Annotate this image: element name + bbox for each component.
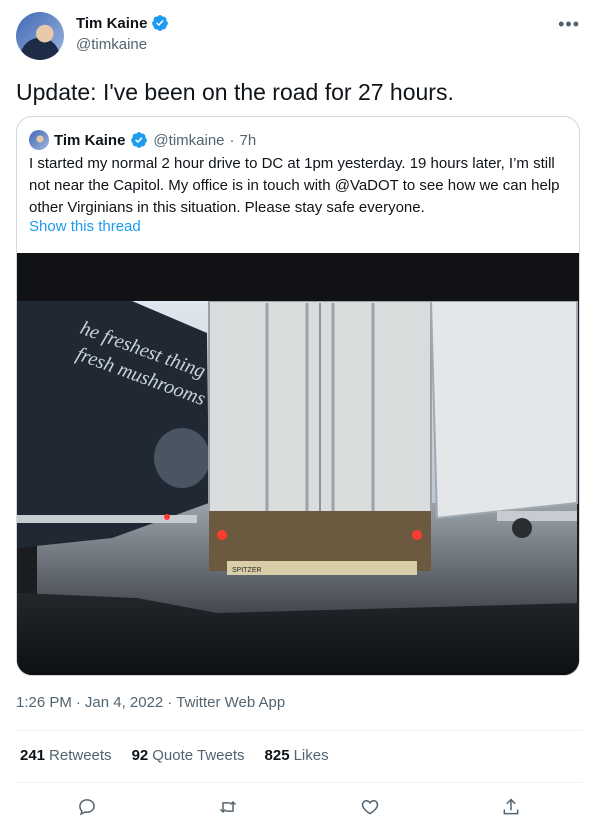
retweets-stat[interactable]: 241 Retweets <box>20 747 112 764</box>
meta-separator: · <box>75 694 81 711</box>
meta-separator: · <box>167 694 173 711</box>
author-info: Tim Kaine @timkaine <box>76 14 169 53</box>
likes-label: Likes <box>293 747 329 764</box>
retweet-icon <box>220 800 237 814</box>
center-tail-light-right <box>412 530 422 540</box>
top-frame <box>17 253 579 301</box>
likes-count: 825 <box>264 747 290 764</box>
right-trailer-bumper <box>497 511 577 521</box>
tweet-time[interactable]: 1:26 PM <box>16 694 72 711</box>
verified-badge-icon <box>152 15 169 31</box>
divider <box>16 730 582 731</box>
quote-timestamp[interactable]: 7h <box>240 132 257 149</box>
quote-author-avatar <box>29 130 49 150</box>
center-tail-light-left <box>217 530 227 540</box>
share-icon <box>503 798 519 815</box>
tweet-actions <box>16 790 582 824</box>
author-display-name[interactable]: Tim Kaine <box>76 15 147 32</box>
share-button[interactable] <box>491 790 531 824</box>
center-plate-text: SPITZER <box>232 567 262 574</box>
tweet-date[interactable]: Jan 4, 2022 <box>85 694 163 711</box>
tweet-client[interactable]: Twitter Web App <box>176 694 285 711</box>
left-tail-light <box>164 514 170 520</box>
likes-stat[interactable]: 825 Likes <box>265 747 329 764</box>
quote-separator: · <box>229 131 235 149</box>
retweets-label: Retweets <box>49 747 112 764</box>
divider <box>16 782 582 783</box>
show-thread-link[interactable]: Show this thread <box>29 218 141 235</box>
author-handle[interactable]: @timkaine <box>76 36 169 53</box>
tweet-text: Update: I've been on the road for 27 hou… <box>16 79 454 105</box>
quote-text: I started my normal 2 hour drive to DC a… <box>29 155 560 216</box>
verified-badge-icon <box>131 132 148 148</box>
author-avatar[interactable] <box>16 12 64 60</box>
quote-tweets-stat[interactable]: 92 Quote Tweets <box>132 747 245 764</box>
quote-author-name: Tim Kaine <box>54 131 126 149</box>
quote-author-handle: @timkaine <box>153 131 225 149</box>
left-trailer-bumper <box>17 515 197 523</box>
engagement-stats: 241 Retweets 92 Quote Tweets 825 Likes <box>20 747 329 764</box>
reply-button[interactable] <box>67 790 107 824</box>
like-button[interactable] <box>350 790 390 824</box>
retweets-count: 241 <box>20 747 46 764</box>
quote-tweets-label: Quote Tweets <box>152 747 245 764</box>
right-wheel <box>512 518 532 538</box>
like-icon <box>361 799 378 815</box>
mushroom-graphic <box>154 428 210 488</box>
quote-photo[interactable]: he freshest thing fresh mushrooms SPITZE… <box>17 253 580 676</box>
retweet-button[interactable] <box>208 790 248 824</box>
tweet-meta: 1:26 PM · Jan 4, 2022 · Twitter Web App <box>16 694 285 711</box>
more-horizontal-icon[interactable]: ••• <box>558 15 580 33</box>
right-trailer <box>429 300 578 520</box>
quote-header: Tim Kaine @timkaine · 7h <box>29 130 256 150</box>
quote-tweet-card[interactable]: Tim Kaine @timkaine · 7h I started my no… <box>16 116 580 676</box>
quote-tweets-count: 92 <box>131 747 149 764</box>
reply-icon <box>78 799 95 816</box>
